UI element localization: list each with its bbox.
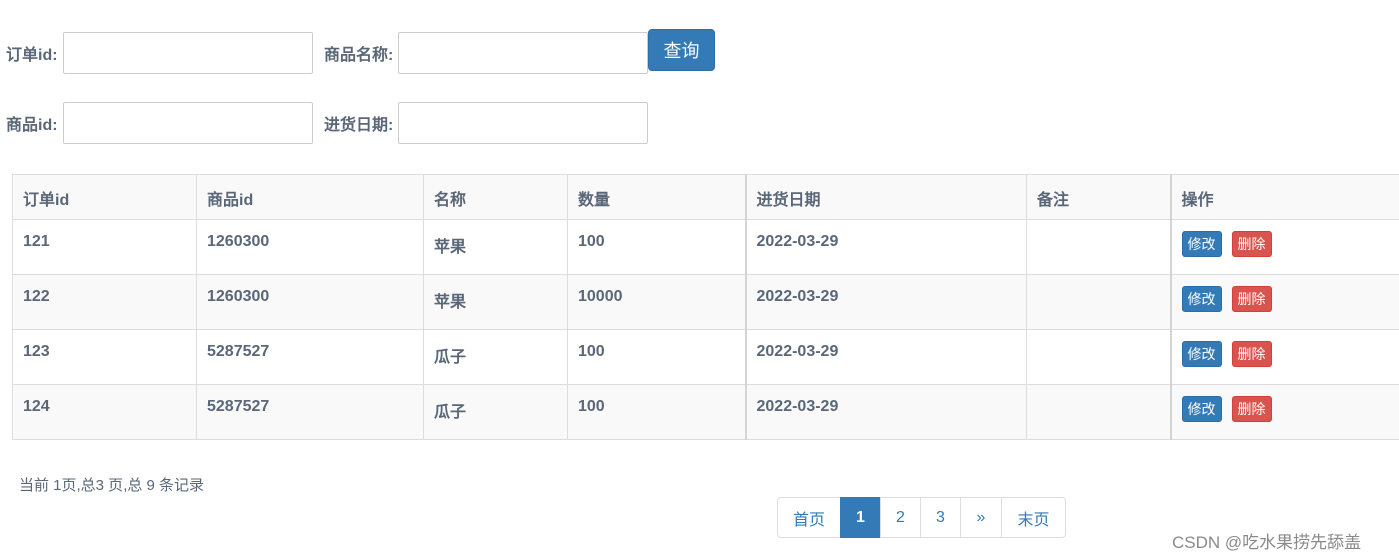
query-button[interactable]: 查询 [648, 29, 715, 71]
table-row: 123 5287527 瓜子 100 2022-03-29 修改 删除 [12, 329, 1399, 385]
product-id-label: 商品id: [6, 117, 58, 134]
column-header-quantity: 数量 [567, 174, 746, 220]
product-name-input[interactable] [398, 32, 648, 74]
column-header-order-id: 订单id [12, 174, 197, 220]
stock-date-label: 进货日期: [324, 117, 394, 134]
cell-stock-date: 2022-03-29 [744, 384, 1027, 440]
watermark: CSDN @吃水果捞先舔盖 [1172, 533, 1362, 552]
pager-page-2[interactable]: 2 [880, 497, 921, 538]
cell-product-id: 1260300 [196, 219, 424, 275]
cell-actions: 修改 删除 [1169, 219, 1399, 275]
cell-product-id: 1260300 [196, 274, 424, 330]
cell-stock-date: 2022-03-29 [744, 329, 1027, 385]
cell-name: 瓜子 [423, 329, 568, 385]
cell-name: 苹果 [423, 219, 568, 275]
cell-product-id: 5287527 [196, 384, 424, 440]
pager-page-3[interactable]: 3 [920, 497, 961, 538]
pager-first-page[interactable]: 首页 [777, 497, 841, 538]
cell-product-id: 5287527 [196, 329, 424, 385]
edit-button[interactable]: 修改 [1181, 286, 1222, 312]
cell-order-id: 124 [12, 384, 197, 440]
order-id-input[interactable] [63, 32, 313, 74]
delete-button[interactable]: 删除 [1231, 341, 1272, 367]
cell-order-id: 121 [12, 219, 197, 275]
table-row: 121 1260300 苹果 100 2022-03-29 修改 删除 [12, 219, 1399, 275]
cell-order-id: 123 [12, 329, 197, 385]
stock-date-input[interactable] [398, 102, 648, 144]
delete-button[interactable]: 删除 [1231, 286, 1272, 312]
edit-button[interactable]: 修改 [1181, 231, 1222, 257]
cell-quantity: 100 [567, 384, 746, 440]
cell-actions: 修改 删除 [1169, 384, 1399, 440]
cell-note [1026, 219, 1171, 275]
cell-quantity: 10000 [567, 274, 746, 330]
pager-page-1[interactable]: 1 [840, 497, 881, 538]
cell-stock-date: 2022-03-29 [744, 274, 1027, 330]
product-name-label: 商品名称: [324, 47, 394, 64]
product-id-input[interactable] [63, 102, 313, 144]
cell-actions: 修改 删除 [1169, 274, 1399, 330]
pagination: 首页 1 2 3 » 末页 [777, 497, 1066, 538]
cell-actions: 修改 删除 [1169, 329, 1399, 385]
edit-button[interactable]: 修改 [1181, 341, 1222, 367]
delete-button[interactable]: 删除 [1231, 396, 1272, 422]
cell-note [1026, 274, 1171, 330]
cell-quantity: 100 [567, 219, 746, 275]
column-header-product-id: 商品id [196, 174, 424, 220]
pager-last-page[interactable]: 末页 [1001, 497, 1066, 538]
cell-note [1026, 329, 1171, 385]
table-header-row: 订单id 商品id 名称 数量 进货日期 备注 操作 [12, 174, 1399, 220]
cell-note [1026, 384, 1171, 440]
table-row: 124 5287527 瓜子 100 2022-03-29 修改 删除 [12, 384, 1399, 440]
column-header-actions: 操作 [1169, 174, 1399, 220]
column-header-name: 名称 [423, 174, 568, 220]
page-info-text: 当前 1页,总3 页,总 9 条记录 [19, 477, 205, 494]
page: 订单id: 商品名称: 查询 商品id: 进货日期: 订单id 商品id 名称 … [0, 0, 1399, 558]
column-header-note: 备注 [1026, 174, 1171, 220]
cell-name: 苹果 [423, 274, 568, 330]
delete-button[interactable]: 删除 [1231, 231, 1272, 257]
cell-stock-date: 2022-03-29 [744, 219, 1027, 275]
orders-table: 订单id 商品id 名称 数量 进货日期 备注 操作 121 1260300 苹… [12, 174, 1399, 440]
search-row-2: 商品id: 进货日期: [0, 102, 648, 144]
search-row-1: 订单id: 商品名称: [0, 32, 648, 74]
pager-next[interactable]: » [960, 497, 1002, 538]
table-row: 122 1260300 苹果 10000 2022-03-29 修改 删除 [12, 274, 1399, 330]
order-id-label: 订单id: [6, 47, 58, 64]
cell-quantity: 100 [567, 329, 746, 385]
cell-name: 瓜子 [423, 384, 568, 440]
column-header-stock-date: 进货日期 [744, 174, 1027, 220]
edit-button[interactable]: 修改 [1181, 396, 1222, 422]
cell-order-id: 122 [12, 274, 197, 330]
